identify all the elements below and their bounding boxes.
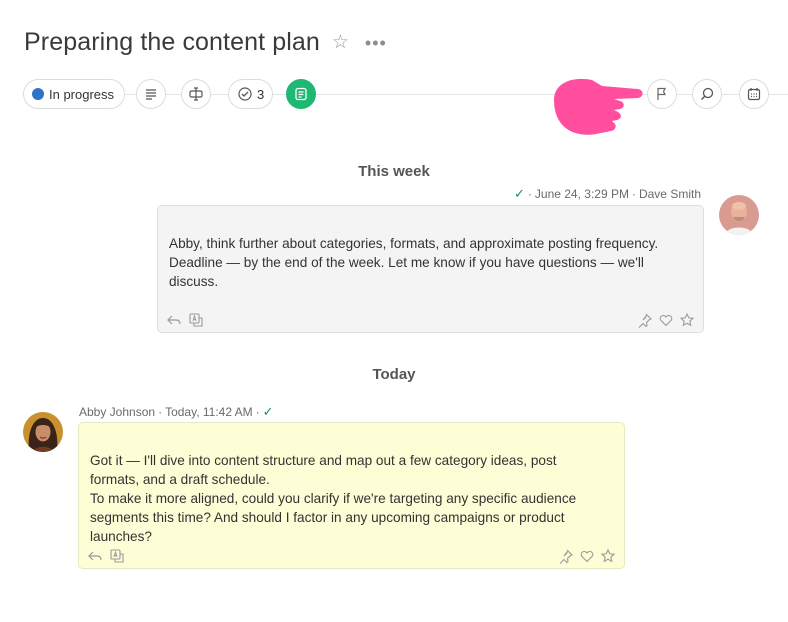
pin-icon[interactable]	[637, 312, 653, 328]
description-icon	[146, 89, 156, 100]
message-bubble-dave: Abby, think further about categories, fo…	[157, 205, 704, 333]
avatar-image	[23, 412, 63, 452]
read-check-icon: ✓	[514, 186, 525, 201]
flag-button[interactable]	[647, 79, 677, 109]
search-icon	[701, 87, 714, 100]
pointing-hand-icon	[554, 78, 643, 135]
translate-icon[interactable]	[188, 312, 204, 328]
avatar-abby-johnson[interactable]	[23, 412, 63, 452]
section-heading-this-week: This week	[358, 163, 430, 180]
fields-icon	[189, 87, 203, 101]
star-icon[interactable]: ☆	[332, 33, 349, 52]
toolbar: In progress 3	[23, 79, 788, 109]
section-heading-today: Today	[372, 366, 416, 383]
calendar-icon	[747, 88, 761, 101]
star-icon[interactable]	[600, 548, 616, 564]
search-button[interactable]	[692, 79, 722, 109]
read-check-icon: ✓	[262, 404, 274, 419]
status-label: In progress	[49, 86, 115, 102]
message-text: Got it — I'll dive into content structur…	[90, 451, 595, 546]
chat-button[interactable]	[286, 79, 316, 109]
reply-icon[interactable]	[87, 548, 103, 564]
description-button[interactable]	[136, 79, 166, 109]
title-row: Preparing the content plan ☆ •••	[24, 28, 387, 57]
heart-icon[interactable]	[579, 548, 595, 564]
page-title[interactable]: Preparing the content plan	[24, 28, 320, 57]
pin-icon[interactable]	[558, 548, 574, 564]
message-meta-dave: ✓ · June 24, 3:29 PM · Dave Smith	[514, 186, 701, 201]
message-paragraph-1: Got it — I'll dive into content structur…	[90, 453, 557, 487]
calendar-button[interactable]	[739, 79, 769, 109]
message-author[interactable]: Abby Johnson	[79, 405, 155, 419]
avatar-image	[719, 195, 759, 235]
checklist-button[interactable]: 3	[228, 79, 274, 109]
checklist-icon	[238, 87, 252, 101]
reply-icon[interactable]	[166, 312, 182, 328]
message-date: Today, 11:42 AM	[165, 405, 253, 419]
status-dot	[32, 88, 44, 100]
message-paragraph-2: To make it more aligned, could you clari…	[90, 491, 577, 544]
fields-button[interactable]	[181, 79, 211, 109]
message-text: Abby, think further about categories, fo…	[169, 236, 659, 289]
flag-icon	[657, 87, 666, 100]
avatar-dave-smith[interactable]	[719, 195, 759, 235]
chat-icon	[295, 87, 307, 101]
message-meta-abby: Abby Johnson · Today, 11:42 AM · ✓	[79, 404, 274, 419]
checklist-count: 3	[257, 86, 265, 102]
translate-icon[interactable]	[109, 548, 125, 564]
message-date: June 24, 3:29 PM	[534, 187, 629, 201]
more-options-icon[interactable]: •••	[365, 34, 387, 52]
message-bubble-abby: Got it — I'll dive into content structur…	[78, 422, 625, 569]
status-button[interactable]: In progress	[23, 79, 126, 109]
heart-icon[interactable]	[658, 312, 674, 328]
message-author[interactable]: Dave Smith	[639, 187, 701, 201]
star-icon[interactable]	[679, 312, 695, 328]
